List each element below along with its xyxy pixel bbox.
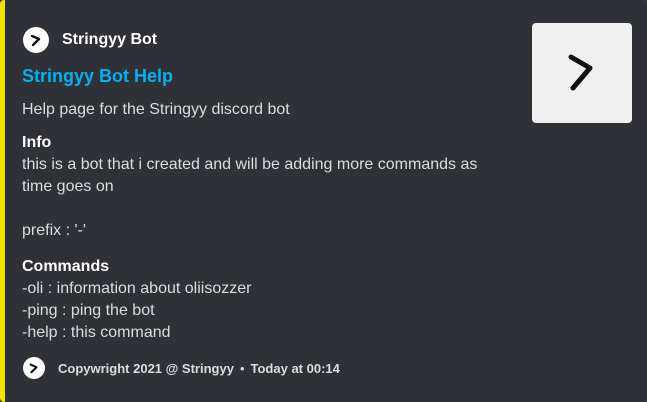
field-name: Commands xyxy=(22,258,110,275)
field-line: prefix : '-' xyxy=(22,222,86,239)
stringyy-logo-icon xyxy=(568,54,593,91)
field-value: this is a bot that i created and will be… xyxy=(22,154,502,242)
embed-footer: Copywright 2021 @ Stringyy • Today at 00… xyxy=(23,355,340,381)
author-name[interactable]: Stringyy Bot xyxy=(62,31,157,49)
footer-timestamp[interactable]: Today at 00:14 xyxy=(251,361,340,376)
command-line: -help : this command xyxy=(22,324,171,341)
field-blank-line xyxy=(22,198,502,220)
footer-text: Copywright 2021 @ Stringyy xyxy=(58,360,234,376)
embed-thumbnail[interactable] xyxy=(532,23,632,123)
bot-embed: Stringyy Bot Stringyy Bot Help Help page… xyxy=(0,0,647,402)
embed-description: Help page for the Stringyy discord bot xyxy=(22,101,290,118)
field-line: this is a bot that i created and will be… xyxy=(22,156,478,173)
field-name: Info xyxy=(22,134,52,151)
field-line: time goes on xyxy=(22,178,114,195)
command-line: -ping : ping the bot xyxy=(22,302,155,319)
footer-logo-icon xyxy=(23,357,45,379)
field-commands: Commands -oli : information about oliiso… xyxy=(22,256,502,344)
field-value: -oli : information about oliisozzer -pin… xyxy=(22,278,502,344)
author-avatar-icon[interactable] xyxy=(23,27,49,53)
field-info: Info this is a bot that i created and wi… xyxy=(22,132,502,242)
embed-accent-bar xyxy=(0,0,5,402)
command-line: -oli : information about oliisozzer xyxy=(22,280,252,297)
embed-title[interactable]: Stringyy Bot Help xyxy=(22,64,173,88)
footer-separator: • xyxy=(239,360,245,376)
embed-author: Stringyy Bot xyxy=(23,26,157,54)
